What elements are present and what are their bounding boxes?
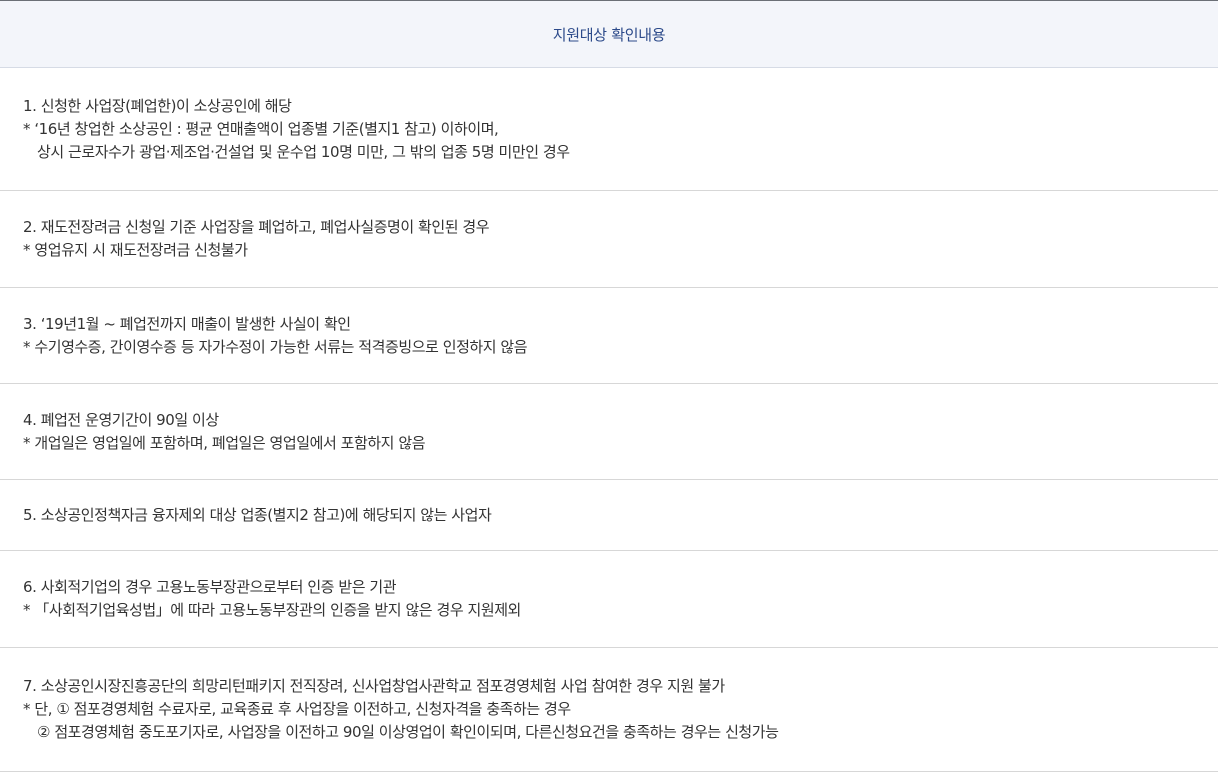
criteria-row-6: 6. 사회적기업의 경우 고용노동부장관으로부터 인증 받은 기관 * 「사회적… bbox=[0, 551, 1218, 648]
criteria-row-2: 2. 재도전장려금 신청일 기준 사업장을 폐업하고, 폐업사실증명이 확인된 … bbox=[0, 191, 1218, 288]
criteria-note: ② 점포경영체험 중도포기자로, 사업장을 이전하고 90일 이상영업이 확인이… bbox=[37, 723, 779, 741]
criteria-text: 1. 신청한 사업장(폐업한)이 소상공인에 해당 bbox=[23, 96, 292, 115]
criteria-note: * 단, ① 점포경영체험 수료자로, 교육종료 후 사업장을 이전하고, 신청… bbox=[23, 700, 571, 718]
criteria-row-5: 5. 소상공인정책자금 융자제외 대상 업종(별지2 참고)에 해당되지 않는 … bbox=[0, 480, 1218, 551]
criteria-note: 상시 근로자수가 광업·제조업·건설업 및 운수업 10명 미만, 그 밖의 업… bbox=[37, 142, 570, 161]
criteria-note: * 영업유지 시 재도전장려금 신청불가 bbox=[23, 241, 248, 259]
criteria-note: * ‘16년 창업한 소상공인 : 평균 연매출액이 업종별 기준(별지1 참고… bbox=[23, 119, 499, 138]
criteria-row-4: 4. 폐업전 운영기간이 90일 이상 * 개업일은 영업일에 포함하며, 폐업… bbox=[0, 384, 1218, 480]
header-title: 지원대상 확인내용 bbox=[552, 25, 666, 44]
criteria-text: 4. 폐업전 운영기간이 90일 이상 bbox=[23, 410, 219, 429]
criteria-text: 6. 사회적기업의 경우 고용노동부장관으로부터 인증 받은 기관 bbox=[23, 578, 397, 596]
criteria-text: 3. ‘19년1월 ~ 폐업전까지 매출이 발생한 사실이 확인 bbox=[23, 314, 351, 333]
criteria-text: 2. 재도전장려금 신청일 기준 사업장을 폐업하고, 폐업사실증명이 확인된 … bbox=[23, 218, 490, 236]
criteria-note: * 개업일은 영업일에 포함하며, 폐업일은 영업일에서 포함하지 않음 bbox=[23, 433, 426, 452]
criteria-row-3: 3. ‘19년1월 ~ 폐업전까지 매출이 발생한 사실이 확인 * 수기영수증… bbox=[0, 288, 1218, 384]
criteria-row-1: 1. 신청한 사업장(폐업한)이 소상공인에 해당 * ‘16년 창업한 소상공… bbox=[0, 68, 1218, 191]
criteria-note: * 「사회적기업육성법」에 따라 고용노동부장관의 인증을 받지 않은 경우 지… bbox=[23, 601, 521, 619]
criteria-row-7: 7. 소상공인시장진흥공단의 희망리턴패키지 전직장려, 신사업창업사관학교 점… bbox=[0, 648, 1218, 772]
criteria-text: 5. 소상공인정책자금 융자제외 대상 업종(별지2 참고)에 해당되지 않는 … bbox=[23, 505, 492, 524]
criteria-note: * 수기영수증, 간이영수증 등 자가수정이 가능한 서류는 적격증빙으로 인정… bbox=[23, 337, 528, 356]
eligibility-table: 지원대상 확인내용 1. 신청한 사업장(폐업한)이 소상공인에 해당 * ‘1… bbox=[0, 0, 1218, 772]
table-header: 지원대상 확인내용 bbox=[0, 1, 1218, 68]
criteria-text: 7. 소상공인시장진흥공단의 희망리턴패키지 전직장려, 신사업창업사관학교 점… bbox=[23, 677, 725, 695]
